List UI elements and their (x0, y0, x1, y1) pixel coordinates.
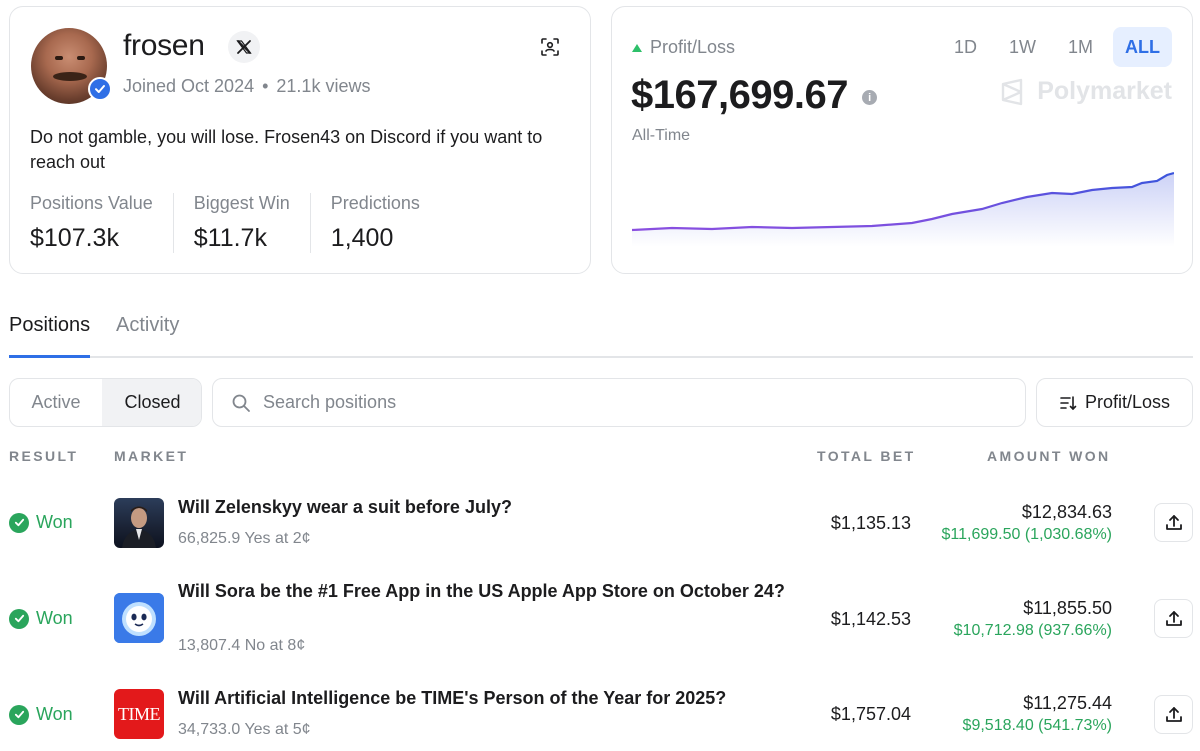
trend-up-icon (632, 43, 642, 52)
amount-won-cell: $12,834.63 $11,699.50 (1,030.68%) (942, 502, 1113, 544)
header-amount-won: AMOUNT WON (987, 448, 1111, 464)
amount-won-cell: $11,855.50 $10,712.98 (937.66%) (954, 598, 1112, 640)
sort-label: Profit/Loss (1084, 392, 1171, 412)
info-icon[interactable]: i (861, 90, 877, 105)
profit-gain: $11,699.50 (1,030.68%) (941, 526, 1113, 543)
pnl-card: Profit/Loss 1D 1W 1M ALL $167,699.67 i A… (611, 6, 1193, 274)
table-row[interactable]: Won Will Zelenskyy wear a suit before Ju… (0, 476, 1200, 568)
tab-positions[interactable]: Positions (9, 314, 91, 358)
market-title[interactable]: Will Zelenskyy wear a suit before July? (178, 495, 788, 520)
search-box (212, 378, 1026, 427)
share-button[interactable] (1154, 695, 1193, 734)
market-thumbnail (114, 593, 164, 643)
total-bet-value: $1,142.53 (830, 609, 911, 629)
result-label: Won (36, 608, 73, 628)
result-label: Won (36, 512, 73, 532)
range-tabs: 1D 1W 1M ALL (942, 27, 1172, 67)
thumbnail-text: TIME (118, 703, 161, 724)
qr-scan-icon[interactable] (540, 37, 560, 57)
pnl-label: Profit/Loss (632, 37, 735, 58)
market-thumbnail: TIME (114, 689, 164, 739)
pnl-period: All-Time (632, 127, 691, 144)
profile-bio: Do not gamble, you will lose. Frosen43 o… (30, 127, 543, 172)
market-title[interactable]: Will Sora be the #1 Free App in the US A… (178, 579, 788, 604)
x-social-icon[interactable] (228, 31, 260, 63)
profile-stats: Positions Value $107.3k Biggest Win $11.… (30, 193, 440, 253)
amount-won-value: $11,855.50 (1023, 598, 1112, 618)
share-button[interactable] (1154, 503, 1193, 542)
profit-gain: $10,712.98 (937.66%) (953, 622, 1112, 639)
joined-date: Joined Oct 2024 (123, 76, 255, 96)
filter-closed-button[interactable]: Closed (102, 379, 201, 426)
total-bet-value: $1,757.04 (830, 704, 911, 724)
view-count: 21.1k views (276, 76, 371, 96)
stat-label: Predictions (330, 193, 420, 213)
pnl-value: $167,699.67 i (631, 73, 877, 118)
stat-value: 1,400 (330, 224, 394, 252)
search-input[interactable] (263, 392, 983, 413)
share-upload-icon (1165, 610, 1182, 626)
stat-value: $107.3k (30, 224, 119, 252)
table-row[interactable]: Won TIME Will Artificial Intelligence be… (0, 664, 1200, 751)
amount-won-cell: $11,275.44 $9,518.40 (541.73%) (963, 693, 1112, 735)
market-position-detail: 13,807.4 No at 8¢ (178, 637, 306, 654)
market-title[interactable]: Will Artificial Intelligence be TIME's P… (178, 686, 788, 711)
search-icon (232, 394, 250, 412)
sort-icon (1060, 395, 1077, 410)
share-upload-icon (1165, 706, 1182, 722)
polymarket-logo-icon (1002, 78, 1023, 105)
stat-biggest-win: Biggest Win $11.7k (172, 193, 310, 253)
profile-card: frosen Joined Oct 2024 • 21.1k views Do no… (9, 6, 591, 274)
brand-name: Polymarket (1037, 77, 1172, 105)
pnl-chart (632, 171, 1174, 247)
range-tab-1m[interactable]: 1M (1056, 27, 1105, 67)
header-total-bet: TOTAL BET (817, 448, 916, 464)
profit-gain: $9,518.40 (541.73%) (962, 717, 1112, 734)
check-circle-icon (9, 512, 29, 533)
share-upload-icon (1165, 514, 1182, 530)
result-cell: Won (9, 704, 73, 725)
profile-meta: Joined Oct 2024 • 21.1k views (123, 76, 370, 97)
pnl-chart-area (632, 173, 1174, 247)
header-market: MARKET (114, 448, 189, 464)
pnl-label-text: Profit/Loss (650, 37, 736, 57)
share-button[interactable] (1154, 599, 1193, 638)
amount-won-value: $11,275.44 (1023, 693, 1112, 713)
market-position-detail: 34,733.0 Yes at 5¢ (178, 721, 311, 738)
filter-active-button[interactable]: Active (10, 379, 102, 426)
result-cell: Won (9, 608, 73, 629)
sort-button[interactable]: Profit/Loss (1036, 378, 1193, 427)
tab-activity[interactable]: Activity (116, 314, 179, 337)
main-tabs: Positions Activity (9, 300, 1193, 358)
stat-predictions: Predictions 1,400 (309, 193, 440, 253)
check-circle-icon (9, 704, 29, 725)
stat-label: Biggest Win (193, 193, 290, 213)
market-position-detail: 66,825.9 Yes at 2¢ (178, 530, 311, 547)
stat-label: Positions Value (30, 193, 153, 213)
table-row[interactable]: Won Will Sora be the #1 Free App in the … (0, 568, 1200, 660)
verified-badge-icon (88, 77, 112, 101)
range-tab-1w[interactable]: 1W (997, 27, 1048, 67)
polymarket-watermark: Polymarket (999, 77, 1172, 106)
check-circle-icon (9, 608, 29, 629)
range-tab-all[interactable]: ALL (1113, 27, 1172, 67)
result-label: Won (36, 704, 73, 724)
range-tab-1d[interactable]: 1D (942, 27, 989, 67)
total-bet-value: $1,135.13 (830, 513, 911, 533)
amount-won-value: $12,834.63 (1021, 502, 1112, 522)
pnl-amount: $167,699.67 (631, 73, 848, 117)
market-thumbnail (114, 498, 164, 548)
separator-dot: • (262, 76, 269, 96)
result-cell: Won (9, 512, 73, 533)
header-result: RESULT (9, 448, 79, 464)
stat-positions-value: Positions Value $107.3k (30, 193, 173, 253)
stat-value: $11.7k (193, 224, 267, 252)
status-segmented-control: Active Closed (9, 378, 202, 427)
username: frosen (123, 29, 205, 62)
